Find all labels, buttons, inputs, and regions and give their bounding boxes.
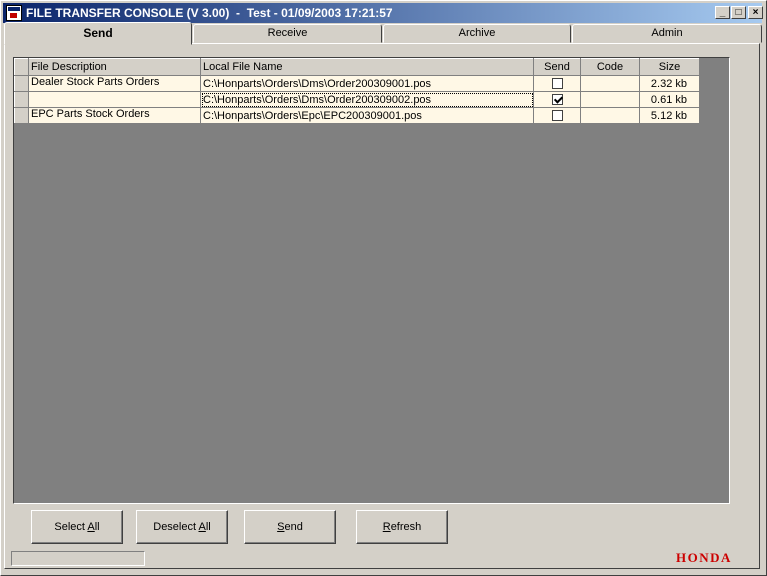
column-header-description[interactable]: File Description xyxy=(28,58,201,76)
button-accelerator: R xyxy=(382,521,391,533)
button-accelerator: A xyxy=(198,521,206,533)
tab-archive[interactable]: Archive xyxy=(383,24,571,43)
column-header-code[interactable]: Code xyxy=(580,58,640,76)
window-title: FILE TRANSFER CONSOLE (V 3.00) - Test - … xyxy=(26,6,393,20)
row-selector[interactable] xyxy=(14,107,29,124)
minimize-button[interactable]: _ xyxy=(715,6,730,19)
file-description-cell[interactable]: EPC Parts Stock Orders xyxy=(28,107,201,124)
button-label: efresh xyxy=(390,521,422,533)
send-cell xyxy=(533,75,581,92)
table-row[interactable]: EPC Parts Stock Orders C:\Honparts\Order… xyxy=(14,107,700,124)
file-table: File Description Local File Name Send Co… xyxy=(14,58,700,124)
code-cell[interactable] xyxy=(580,91,640,108)
send-cell xyxy=(533,107,581,124)
column-header-size[interactable]: Size xyxy=(639,58,700,76)
button-accelerator: A xyxy=(87,521,95,533)
row-selector[interactable] xyxy=(14,91,29,108)
tab-strip: Send Receive Archive Admin xyxy=(4,22,762,45)
file-name-cell[interactable]: C:\Honparts\Orders\Epc\EPC200309001.pos xyxy=(200,107,534,124)
file-description-cell[interactable] xyxy=(28,91,201,108)
code-cell[interactable] xyxy=(580,75,640,92)
file-grid[interactable]: File Description Local File Name Send Co… xyxy=(13,57,730,504)
file-name-cell[interactable]: C:\Honparts\Orders\Dms\Order200309002.po… xyxy=(200,91,534,108)
size-cell: 5.12 kb xyxy=(639,107,700,124)
size-cell: 2.32 kb xyxy=(639,75,700,92)
app-icon[interactable] xyxy=(6,5,22,21)
button-label: ll xyxy=(94,521,100,533)
status-bar xyxy=(11,551,145,566)
table-header-row: File Description Local File Name Send Co… xyxy=(14,58,700,76)
title-bar[interactable]: FILE TRANSFER CONSOLE (V 3.00) - Test - … xyxy=(3,3,763,23)
tab-receive[interactable]: Receive xyxy=(193,24,382,43)
refresh-button[interactable]: Refresh xyxy=(356,510,448,544)
close-button[interactable]: × xyxy=(748,6,763,19)
column-header-filename[interactable]: Local File Name xyxy=(200,58,534,76)
button-label: ll xyxy=(205,521,211,533)
send-button[interactable]: Send xyxy=(244,510,336,544)
select-all-button[interactable]: Select All xyxy=(31,510,123,544)
table-row[interactable]: Dealer Stock Parts Orders C:\Honparts\Or… xyxy=(14,75,700,92)
code-cell[interactable] xyxy=(580,107,640,124)
row-selector-header xyxy=(14,58,29,76)
row-selector[interactable] xyxy=(14,75,29,92)
file-description-cell[interactable]: Dealer Stock Parts Orders xyxy=(28,75,201,92)
size-cell: 0.61 kb xyxy=(639,91,700,108)
tab-send[interactable]: Send xyxy=(4,22,192,45)
send-checkbox[interactable] xyxy=(551,110,563,122)
send-checkbox[interactable] xyxy=(551,78,563,90)
honda-logo: HONDA xyxy=(676,550,732,565)
button-label: Deselect xyxy=(153,521,199,533)
button-label: end xyxy=(284,521,303,533)
column-header-send[interactable]: Send xyxy=(533,58,581,76)
send-checkbox[interactable] xyxy=(551,94,563,106)
deselect-all-button[interactable]: Deselect All xyxy=(136,510,228,544)
tab-admin[interactable]: Admin xyxy=(572,24,762,43)
maximize-button[interactable]: □ xyxy=(731,6,746,19)
button-label: Select xyxy=(54,521,88,533)
send-cell xyxy=(533,91,581,108)
file-name-cell[interactable]: C:\Honparts\Orders\Dms\Order200309001.po… xyxy=(200,75,534,92)
table-row[interactable]: C:\Honparts\Orders\Dms\Order200309002.po… xyxy=(14,91,700,108)
